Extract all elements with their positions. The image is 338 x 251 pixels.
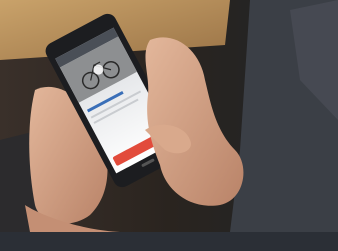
photo-illustration	[0, 0, 338, 232]
photo	[0, 0, 338, 232]
bottom-bar	[0, 232, 338, 251]
